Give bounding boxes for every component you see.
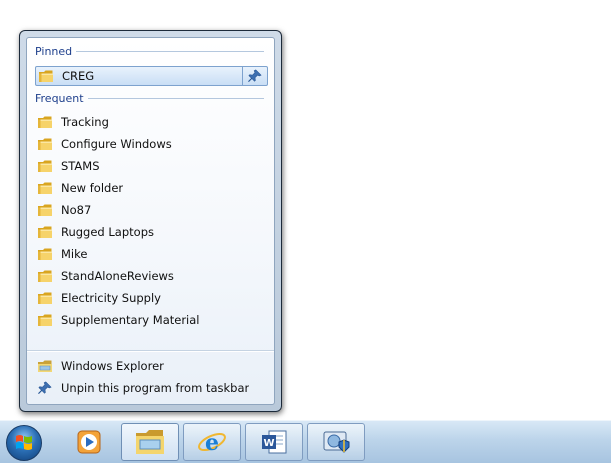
- frequent-item-label: No87: [61, 203, 92, 217]
- taskbar-word[interactable]: W: [245, 423, 303, 461]
- explorer-icon: [136, 430, 164, 454]
- frequent-item[interactable]: New folder: [35, 178, 268, 198]
- frequent-item-label: Configure Windows: [61, 137, 172, 151]
- folder-icon: [37, 181, 53, 195]
- frequent-item-label: Tracking: [61, 115, 109, 129]
- frequent-item[interactable]: Mike: [35, 244, 268, 264]
- frequent-item[interactable]: Electricity Supply: [35, 288, 268, 308]
- jump-list: Pinned CREG Frequent Tracking Configure …: [19, 30, 282, 412]
- folder-icon: [37, 225, 53, 239]
- frequent-item-label: Supplementary Material: [61, 313, 200, 327]
- folder-icon: [37, 137, 53, 151]
- word-icon: W: [262, 430, 287, 454]
- shield-icon: [323, 431, 350, 453]
- taskbar-internet-explorer[interactable]: e: [183, 423, 241, 461]
- pinned-category-header: Pinned: [35, 44, 264, 58]
- task-label: Unpin this program from taskbar: [61, 381, 250, 395]
- start-button[interactable]: [6, 425, 42, 461]
- folder-icon: [37, 247, 53, 261]
- taskbar-security-center[interactable]: [307, 423, 365, 461]
- svg-text:W: W: [263, 438, 274, 449]
- svg-text:e: e: [205, 430, 219, 456]
- task-windows-explorer[interactable]: Windows Explorer: [35, 356, 268, 376]
- taskbar-windows-explorer[interactable]: [121, 423, 179, 461]
- folder-icon: [37, 269, 53, 283]
- frequent-item[interactable]: Supplementary Material: [35, 310, 268, 330]
- pin-icon: [37, 381, 53, 395]
- ie-icon: e: [198, 430, 226, 456]
- frequent-item[interactable]: Tracking: [35, 112, 268, 132]
- media-player-icon: [77, 430, 101, 454]
- folder-icon: [38, 69, 54, 83]
- pinned-item-creg[interactable]: CREG: [35, 66, 268, 86]
- frequent-item-label: New folder: [61, 181, 124, 195]
- jump-list-panel: Pinned CREG Frequent Tracking Configure …: [26, 37, 275, 405]
- tasks-separator-highlight: [27, 351, 274, 352]
- folder-icon: [37, 203, 53, 217]
- frequent-header-divider: [87, 97, 264, 99]
- task-label: Windows Explorer: [61, 359, 164, 373]
- folder-icon: [37, 291, 53, 305]
- unpin-button[interactable]: [242, 67, 267, 85]
- frequent-item[interactable]: No87: [35, 200, 268, 220]
- explorer-icon: [38, 360, 52, 372]
- taskbar-media-player[interactable]: [60, 423, 118, 461]
- pinned-item-label: CREG: [62, 69, 95, 83]
- frequent-item-label: Rugged Laptops: [61, 225, 154, 239]
- pinned-header-divider: [76, 50, 264, 52]
- taskbar: e W: [0, 420, 611, 463]
- frequent-item-label: StandAloneReviews: [61, 269, 174, 283]
- frequent-item-label: STAMS: [61, 159, 100, 173]
- frequent-item[interactable]: StandAloneReviews: [35, 266, 268, 286]
- frequent-category-header: Frequent: [35, 91, 264, 105]
- frequent-item-label: Electricity Supply: [61, 291, 161, 305]
- frequent-item[interactable]: STAMS: [35, 156, 268, 176]
- folder-icon: [37, 159, 53, 173]
- task-unpin-program[interactable]: Unpin this program from taskbar: [35, 378, 268, 398]
- frequent-item[interactable]: Configure Windows: [35, 134, 268, 154]
- folder-icon: [37, 313, 53, 327]
- windows-logo-icon: [16, 435, 32, 450]
- frequent-item[interactable]: Rugged Laptops: [35, 222, 268, 242]
- frequent-item-label: Mike: [61, 247, 88, 261]
- pin-icon: [248, 69, 262, 83]
- folder-icon: [37, 115, 53, 129]
- pinned-header-label: Pinned: [35, 44, 73, 58]
- frequent-header-label: Frequent: [35, 91, 84, 105]
